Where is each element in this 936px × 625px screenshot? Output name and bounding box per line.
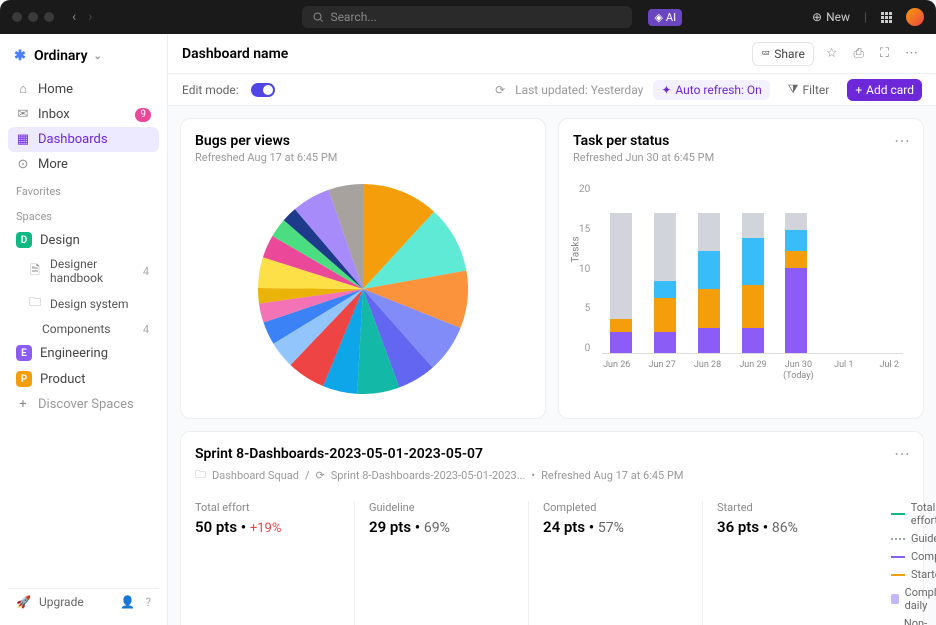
card-bugs-per-views: Bugs per views Refreshed Aug 17 at 6:45 …	[180, 118, 546, 419]
stat-started: Started 36 pts • 86%	[717, 501, 877, 625]
breadcrumb: 🗀 Dashboard Squad/ ⟳ Sprint 8-Dashboards…	[195, 466, 909, 485]
nav-arrows: ‹ ›	[72, 9, 92, 25]
sidebar-item-design-system[interactable]: 🗀Design system	[8, 289, 159, 318]
pie-chart	[258, 184, 468, 394]
forward-button[interactable]: ›	[88, 9, 92, 25]
card-menu-icon[interactable]: ⋯	[894, 131, 911, 150]
ai-button[interactable]: ◈ AI	[648, 9, 682, 26]
workspace-switcher[interactable]: ✱ Ordinary ⌄	[8, 44, 159, 68]
dashboard-icon: ▦	[16, 132, 30, 147]
help-icon[interactable]: ?	[145, 595, 151, 609]
upgrade-button[interactable]: Upgrade	[39, 595, 84, 609]
filter-button[interactable]: ⧩Filter	[780, 79, 838, 100]
bar-chart	[602, 184, 903, 354]
edit-mode-toggle[interactable]	[251, 83, 275, 97]
inbox-icon: ✉	[16, 107, 30, 122]
user-icon[interactable]: 👤	[120, 595, 135, 609]
upgrade-icon: 🚀	[16, 595, 31, 609]
doc-icon: 🗎	[28, 261, 42, 282]
card-title: Bugs per views	[195, 133, 531, 149]
window-controls[interactable]	[12, 12, 54, 22]
card-menu-icon[interactable]: ⋯	[894, 444, 911, 463]
stat-total: Total effort 50 pts • +19%	[195, 501, 355, 625]
space-engineering[interactable]: EEngineering	[8, 340, 159, 366]
sidebar: ✱ Ordinary ⌄ ⌂Home ✉Inbox9 ▦Dashboards ⊙…	[0, 34, 168, 625]
filter-icon: ⧩	[788, 82, 799, 97]
search-icon	[312, 11, 324, 23]
x-axis: Jun 26Jun 27Jun 28Jun 29Jun 30 (Today)Ju…	[597, 360, 909, 382]
card-title: Sprint 8-Dashboards-2023-05-01-2023-05-0…	[195, 446, 909, 462]
card-sprint: ⋯ Sprint 8-Dashboards-2023-05-01-2023-05…	[180, 431, 924, 625]
share-button[interactable]: ⮹Share	[752, 42, 813, 66]
refresh-icon[interactable]: ⟳	[495, 83, 505, 97]
titlebar: ‹ › Search... ◈ AI ⊕ New |	[0, 0, 936, 34]
folder-icon: 🗀	[28, 293, 42, 314]
apps-icon[interactable]	[881, 12, 892, 23]
sprint-icon: ⟳	[316, 469, 325, 482]
discover-spaces[interactable]: +Discover Spaces	[8, 392, 159, 417]
nav-more[interactable]: ⊙More	[8, 152, 159, 177]
card-task-per-status: ⋯ Task per status Refreshed Jun 30 at 6:…	[558, 118, 924, 419]
crumb-sprint[interactable]: Sprint 8-Dashboards-2023-05-01-2023...	[331, 469, 526, 482]
search-input[interactable]: Search...	[302, 6, 632, 28]
y-axis-label: Tasks	[571, 236, 582, 262]
edit-mode-label: Edit mode:	[182, 83, 239, 97]
print-icon[interactable]: ⎙	[849, 42, 867, 65]
avatar[interactable]	[906, 8, 924, 26]
share-icon: ⮹	[761, 47, 770, 61]
nav-inbox[interactable]: ✉Inbox9	[8, 102, 159, 127]
stat-guideline: Guideline 29 pts • 69%	[369, 501, 529, 625]
workspace-logo-icon: ✱	[12, 48, 28, 64]
card-subtitle: Refreshed Aug 17 at 6:45 PM	[195, 151, 531, 164]
nav-home[interactable]: ⌂Home	[8, 76, 159, 102]
more-icon: ⊙	[16, 157, 30, 172]
page-title: Dashboard name	[182, 46, 288, 62]
search-placeholder: Search...	[330, 10, 376, 24]
space-product[interactable]: PProduct	[8, 366, 159, 392]
space-badge: D	[16, 232, 32, 248]
sidebar-item-handbook[interactable]: 🗎Designer handbook4	[8, 253, 159, 289]
stats-row: Total effort 50 pts • +19% Guideline 29 …	[195, 501, 909, 625]
expand-icon[interactable]: ⛶	[876, 42, 893, 65]
page-header: Dashboard name ⮹Share ☆ ⎙ ⛶ ⋯	[168, 34, 936, 74]
card-title: Task per status	[573, 133, 909, 149]
add-card-button[interactable]: + Add card	[847, 79, 922, 101]
nav-dashboards[interactable]: ▦Dashboards	[8, 127, 159, 152]
main: Dashboard name ⮹Share ☆ ⎙ ⛶ ⋯ Edit mode:…	[168, 34, 936, 625]
card-subtitle: Refreshed Jun 30 at 6:45 PM	[573, 151, 909, 164]
legend: Total effortGuidelineCompletedStartedCom…	[891, 501, 936, 625]
back-button[interactable]: ‹	[72, 9, 76, 25]
sparkle-icon: ✦	[661, 83, 671, 97]
space-badge: E	[16, 345, 32, 361]
star-icon[interactable]: ☆	[822, 42, 842, 65]
favorites-label: Favorites	[8, 177, 159, 202]
chevron-down-icon: ⌄	[94, 51, 102, 62]
inbox-badge: 9	[135, 108, 151, 122]
kebab-icon[interactable]: ⋯	[901, 42, 922, 65]
home-icon: ⌂	[16, 81, 30, 97]
stat-completed: Completed 24 pts • 57%	[543, 501, 703, 625]
space-badge: P	[16, 371, 32, 387]
sidebar-item-components[interactable]: Components4	[8, 318, 159, 340]
auto-refresh-chip[interactable]: ✦Auto refresh: On	[653, 80, 769, 100]
toolbar: Edit mode: ⟳ Last updated: Yesterday ✦Au…	[168, 74, 936, 106]
crumb-squad[interactable]: Dashboard Squad	[212, 469, 299, 482]
folder-icon: 🗀	[195, 466, 206, 485]
dashboard-content: Bugs per views Refreshed Aug 17 at 6:45 …	[168, 106, 936, 625]
last-updated: Last updated: Yesterday	[515, 83, 643, 97]
spaces-label: Spaces	[8, 202, 159, 227]
new-button[interactable]: ⊕ New	[812, 10, 850, 24]
y-axis: 20151050	[579, 184, 594, 354]
plus-icon: +	[16, 397, 30, 412]
refreshed-label: Refreshed Aug 17 at 6:45 PM	[541, 469, 683, 482]
space-design[interactable]: DDesign	[8, 227, 159, 253]
